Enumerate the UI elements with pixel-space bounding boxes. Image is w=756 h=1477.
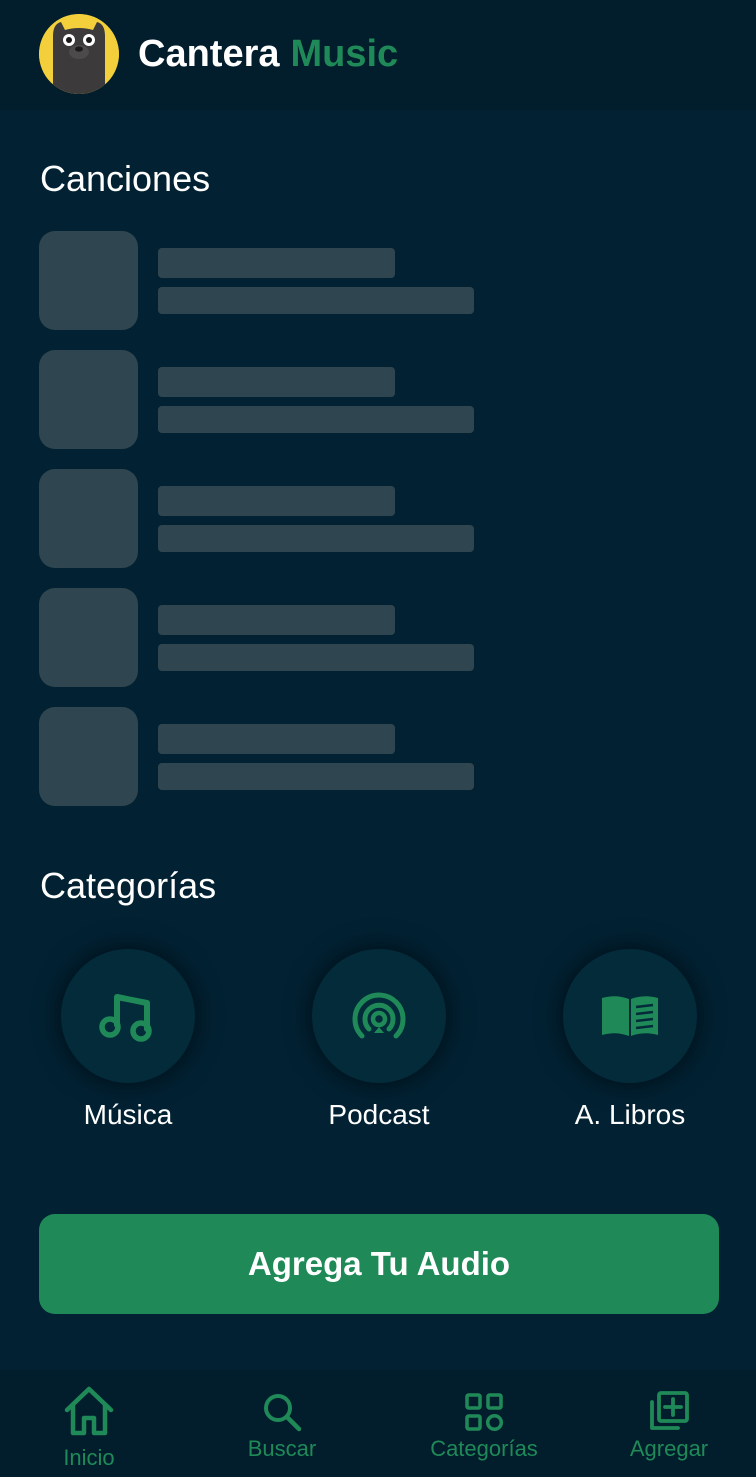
nav-item-inicio[interactable]: Inicio: [29, 1370, 149, 1477]
song-list: [39, 231, 479, 826]
nav-label-categorias: Categorías: [430, 1436, 538, 1461]
home-icon: [64, 1386, 114, 1436]
nav-label-buscar: Buscar: [247, 1436, 317, 1461]
category-podcast-circle[interactable]: [312, 949, 446, 1083]
add-library-icon: [650, 1391, 689, 1430]
bear-logo-icon[interactable]: [39, 14, 119, 94]
song-skeleton-item: [39, 231, 479, 330]
book-icon: [602, 996, 658, 1036]
nav-label-inicio: Inicio: [63, 1445, 115, 1470]
song-skeleton-item: [39, 588, 479, 687]
song-subtitle-placeholder: [158, 287, 474, 314]
category-podcast[interactable]: Podcast: [279, 949, 479, 1149]
app-brand: Cantera Music: [138, 30, 398, 78]
category-audiolibros[interactable]: A. Libros: [530, 949, 730, 1149]
search-icon: [264, 1394, 302, 1432]
song-title-placeholder: [158, 486, 395, 516]
category-audiolibros-label: A. Libros: [574, 1099, 686, 1130]
categories-section-title: Categorías: [40, 865, 217, 906]
song-title-placeholder: [158, 724, 395, 754]
song-subtitle-placeholder: [158, 406, 474, 433]
song-skeleton-item: [39, 469, 479, 568]
song-thumbnail-placeholder: [39, 707, 138, 806]
app-root: Cantera Music Canciones Categorías Músic…: [0, 0, 756, 1477]
category-audiolibros-circle[interactable]: [563, 949, 697, 1083]
category-podcast-label: Podcast: [328, 1099, 430, 1130]
song-title-placeholder: [158, 605, 395, 635]
bottom-navigation: Inicio Buscar Categorías Agregar: [0, 1370, 756, 1477]
podcast-icon: [352, 992, 406, 1039]
category-musica-circle[interactable]: [61, 949, 195, 1083]
song-thumbnail-placeholder: [39, 231, 138, 330]
song-title-placeholder: [158, 367, 395, 397]
song-thumbnail-placeholder: [39, 469, 138, 568]
songs-section-title: Canciones: [40, 158, 211, 199]
song-subtitle-placeholder: [158, 525, 474, 552]
song-thumbnail-placeholder: [39, 350, 138, 449]
category-musica[interactable]: Música: [28, 949, 228, 1149]
brand-name: Cantera: [138, 33, 280, 75]
song-skeleton-item: [39, 707, 479, 806]
song-subtitle-placeholder: [158, 763, 474, 790]
nav-item-categorias[interactable]: Categorías: [414, 1370, 554, 1477]
add-audio-button[interactable]: Agrega Tu Audio: [39, 1214, 719, 1314]
nav-item-buscar[interactable]: Buscar: [222, 1370, 342, 1477]
music-note-icon: [99, 994, 152, 1042]
app-header: Cantera Music: [0, 0, 756, 110]
nav-label-agregar: Agregar: [629, 1436, 709, 1461]
song-skeleton-item: [39, 350, 479, 449]
nav-item-agregar[interactable]: Agregar: [609, 1370, 729, 1477]
brand-accent: Music: [290, 33, 399, 75]
song-subtitle-placeholder: [158, 644, 474, 671]
grid-icon: [465, 1393, 504, 1432]
song-thumbnail-placeholder: [39, 588, 138, 687]
song-title-placeholder: [158, 248, 395, 278]
category-musica-label: Música: [83, 1099, 173, 1130]
